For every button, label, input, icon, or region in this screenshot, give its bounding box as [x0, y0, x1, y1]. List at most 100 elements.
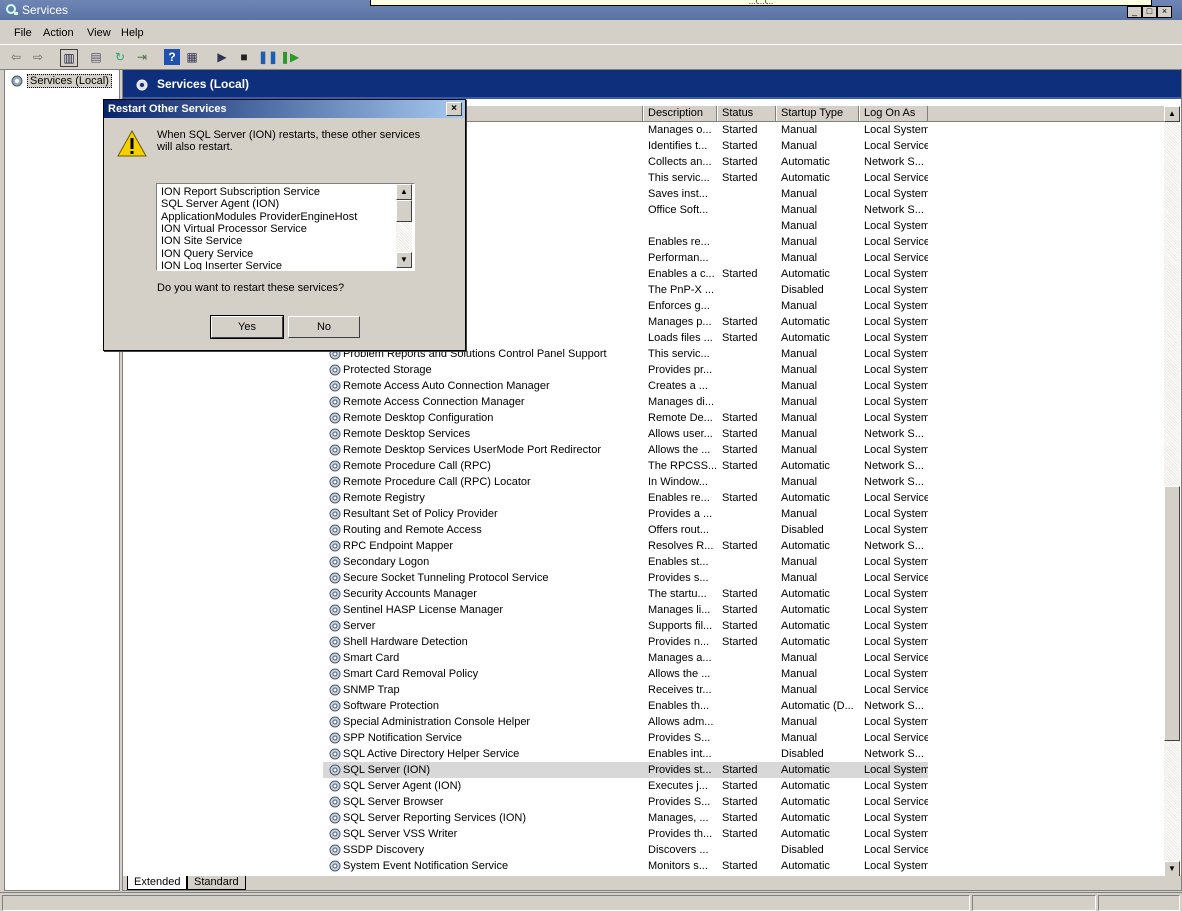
cell-name: SQL Server Reporting Services (ION)	[343, 812, 526, 824]
table-row[interactable]: Resultant Set of Policy Provider Provides…	[323, 506, 928, 522]
menu-view[interactable]: View	[87, 27, 111, 39]
menu-action[interactable]: Action	[43, 27, 74, 39]
table-row[interactable]: Server Supports fil... Started Automatic Loc…	[323, 618, 928, 634]
refresh-icon[interactable]: ↻	[112, 49, 128, 65]
table-row[interactable]: Remote Desktop Services UserMode Port Re…	[323, 442, 928, 458]
dialog-title-bar[interactable]: Restart Other Services ×	[104, 100, 465, 118]
table-row[interactable]: Remote Procedure Call (RPC) Locator In Wi…	[323, 474, 928, 490]
view-icon[interactable]: ▦	[184, 49, 200, 65]
dialog-close-button[interactable]: ×	[446, 102, 462, 116]
table-row[interactable]: SQL Server VSS Writer Provides th... Start…	[323, 826, 928, 842]
table-row[interactable]: SQL Server Agent (ION) Executes j... Start…	[323, 778, 928, 794]
tab-standard[interactable]: Standard	[187, 876, 246, 890]
table-row[interactable]: SQL Server Reporting Services (ION) Manag…	[323, 810, 928, 826]
service-gear-icon	[329, 396, 341, 408]
cell-startup: Manual	[781, 716, 818, 728]
vertical-scrollbar[interactable]: ▲ ▼	[1164, 106, 1180, 877]
tab-extended[interactable]: Extended	[127, 876, 188, 890]
table-row[interactable]: Software Protection Enables th... Automati…	[323, 698, 928, 714]
table-row[interactable]: Secure Socket Tunneling Protocol Service…	[323, 570, 928, 586]
cell-name: RPC Endpoint Mapper	[343, 540, 454, 552]
dialog-message: When SQL Server (ION) restarts, these ot…	[157, 129, 421, 153]
close-button[interactable]: ×	[1157, 6, 1172, 18]
window-title: Services	[22, 3, 69, 17]
list-scroll-up-button[interactable]: ▲	[396, 184, 412, 200]
table-row[interactable]: SQL Server Browser Provides S... Started Au…	[323, 794, 928, 810]
table-row[interactable]: RPC Endpoint Mapper Resolves R... Started A…	[323, 538, 928, 554]
cell-startup: Automatic	[781, 812, 830, 824]
maximize-button[interactable]: □	[1142, 6, 1157, 18]
show-hide-console-tree-icon[interactable]: ▥	[60, 49, 78, 67]
list-scroll-thumb[interactable]	[396, 200, 412, 222]
scroll-thumb[interactable]	[1164, 486, 1180, 741]
cell-startup: Automatic	[781, 620, 830, 632]
list-item[interactable]: ION Query Service	[161, 248, 253, 260]
list-item[interactable]: ApplicationModules ProviderEngineHost	[161, 211, 357, 223]
table-row[interactable]: Security Accounts Manager The startu... St…	[323, 586, 928, 602]
forward-arrow-icon[interactable]: ⇨	[30, 49, 46, 65]
column-header-startup-type[interactable]: Startup Type	[776, 106, 859, 121]
cell-logon: Network S...	[864, 428, 924, 440]
cell-logon: Network S...	[864, 204, 924, 216]
properties-icon[interactable]: ▤	[88, 49, 104, 65]
cell-startup: Manual	[781, 652, 818, 664]
table-row[interactable]: Remote Access Connection Manager Manages …	[323, 394, 928, 410]
no-button[interactable]: No	[288, 316, 360, 338]
service-gear-icon	[329, 844, 341, 856]
cell-logon: Local System	[864, 716, 928, 728]
cell-name: SQL Server (ION)	[343, 764, 430, 776]
table-row[interactable]: Remote Procedure Call (RPC) The RPCSS... S…	[323, 458, 928, 474]
column-header-description[interactable]: Description	[643, 106, 717, 121]
table-row[interactable]: Remote Desktop Services Allows user... Sta…	[323, 426, 928, 442]
table-row[interactable]: Smart Card Removal Policy Allows the ... M…	[323, 666, 928, 682]
scroll-down-button[interactable]: ▼	[1164, 861, 1180, 877]
table-row[interactable]: Shell Hardware Detection Provides n... Sta…	[323, 634, 928, 650]
menu-help[interactable]: Help	[121, 27, 144, 39]
table-row[interactable]: Routing and Remote Access Offers rout... D…	[323, 522, 928, 538]
cell-startup: Automatic	[781, 172, 830, 184]
dependent-services-list[interactable]: ION Report Subscription Service SQL Serve…	[156, 183, 415, 271]
list-item[interactable]: ION Site Service	[161, 235, 242, 247]
stop-service-icon[interactable]: ■	[236, 49, 252, 65]
list-item[interactable]: ION Report Subscription Service	[161, 186, 320, 198]
list-scrollbar[interactable]: ▲ ▼	[396, 184, 412, 268]
yes-button[interactable]: Yes	[210, 315, 284, 339]
table-row[interactable]: Special Administration Console Helper All…	[323, 714, 928, 730]
table-row[interactable]: Remote Registry Enables re... Started Autom…	[323, 490, 928, 506]
cell-name: System Event Notification Service	[343, 860, 509, 872]
service-gear-icon	[329, 588, 341, 600]
cell-name: SQL Server Agent (ION)	[343, 780, 462, 792]
scroll-up-button[interactable]: ▲	[1164, 106, 1180, 122]
column-header-status[interactable]: Status	[717, 106, 776, 121]
cell-status: Started	[722, 268, 758, 280]
table-row[interactable]: Remote Access Auto Connection Manager Cre…	[323, 378, 928, 394]
minimize-button[interactable]: _	[1127, 6, 1142, 18]
table-row[interactable]: SSDP Discovery Discovers ... Disabled Local…	[323, 842, 928, 858]
table-row[interactable]: Secondary Logon Enables st... Manual Local …	[323, 554, 928, 570]
pane-title: Services (Local)	[157, 77, 250, 91]
table-row[interactable]: SQL Active Directory Helper Service Enabl…	[323, 746, 928, 762]
cell-logon: Network S...	[864, 540, 924, 552]
table-row[interactable]: SPP Notification Service Provides S... Man…	[323, 730, 928, 746]
table-row[interactable]: Protected Storage Provides pr... Manual Loc…	[323, 362, 928, 378]
menu-file[interactable]: File	[14, 27, 32, 39]
column-header-log-on-as[interactable]: Log On As	[859, 106, 928, 121]
menu-bar: File Action View Help	[0, 21, 1182, 43]
start-service-icon[interactable]: ▶	[214, 49, 230, 65]
list-scroll-down-button[interactable]: ▼	[396, 252, 412, 268]
list-item[interactable]: ION Virtual Processor Service	[161, 223, 307, 235]
help-icon[interactable]: ?	[164, 49, 180, 65]
back-arrow-icon[interactable]: ⇦	[8, 49, 24, 65]
table-row[interactable]: SNMP Trap Receives tr... Manual Local Servi…	[323, 682, 928, 698]
cell-logon: Network S...	[864, 748, 924, 760]
table-row[interactable]: Sentinel HASP License Manager Manages li.…	[323, 602, 928, 618]
table-row[interactable]: Remote Desktop Configuration Remote De...…	[323, 410, 928, 426]
table-row[interactable]: System Event Notification Service Monitor…	[323, 858, 928, 874]
list-item[interactable]: SQL Server Agent (ION)	[161, 198, 279, 210]
table-row[interactable]: Smart Card Manages a... Manual Local Servic…	[323, 650, 928, 666]
restart-service-icon[interactable]: ❚▶	[280, 49, 299, 65]
export-list-icon[interactable]: ⇥	[134, 49, 150, 65]
table-row[interactable]: SQL Server (ION) Provides st... Started Aut…	[323, 762, 928, 778]
pause-service-icon[interactable]: ❚❚	[258, 49, 278, 65]
list-item[interactable]: ION Log Inserter Service	[161, 260, 282, 270]
